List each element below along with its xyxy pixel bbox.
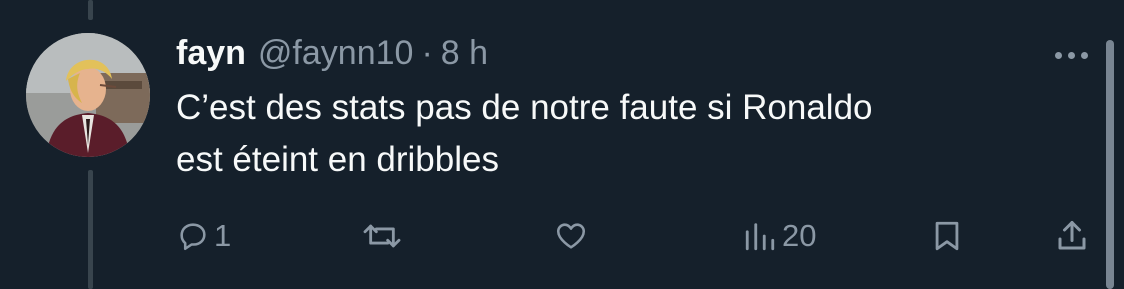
share-icon [1058, 221, 1086, 250]
views-button[interactable]: 20 [742, 213, 816, 259]
avatar-image [26, 33, 150, 157]
author-handle[interactable]: @faynn10 [258, 34, 414, 73]
more-dots-icon [1054, 51, 1062, 59]
heart-icon [556, 223, 586, 249]
bookmark-icon [935, 221, 959, 251]
bookmark-button[interactable] [930, 213, 964, 259]
tweet-actions-bar: 1 20 [0, 213, 1124, 259]
profile-avatar-icon[interactable] [26, 33, 150, 157]
more-options-button[interactable] [1046, 38, 1096, 72]
reply-icon [180, 223, 206, 251]
vertical-scrollbar[interactable] [1106, 40, 1114, 289]
reply-button[interactable]: 1 [176, 213, 231, 259]
header-separator: · [421, 33, 433, 72]
reply-count: 1 [214, 218, 232, 253]
tweet-text-line-2: est éteint en dribbles [176, 140, 499, 179]
like-button[interactable] [553, 213, 593, 259]
thread-line-top [88, 0, 93, 20]
views-count: 20 [782, 218, 817, 253]
tweet-text: C’est des stats pas de notre faute si Ro… [176, 82, 1056, 186]
author-display-name[interactable]: fayn [176, 34, 246, 73]
retweet-button[interactable] [357, 213, 411, 259]
tweet-card[interactable]: fayn @faynn10 · 8 h C’est des stats pas … [0, 0, 1124, 289]
tweet-header: fayn @faynn10 · 8 h [176, 30, 488, 76]
more-dot-3 [1080, 51, 1088, 59]
tweet-text-line-1: C’est des stats pas de notre faute si Ro… [176, 88, 873, 127]
views-icon [745, 223, 775, 251]
share-button[interactable] [1054, 213, 1090, 259]
more-dot-2 [1067, 51, 1075, 59]
retweet-icon [363, 224, 401, 248]
tweet-timestamp[interactable]: 8 h [441, 34, 488, 73]
